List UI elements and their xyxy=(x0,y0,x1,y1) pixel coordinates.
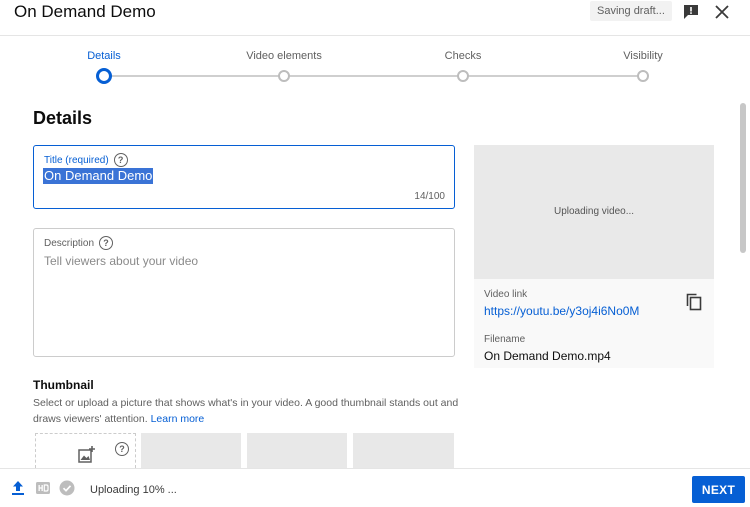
title-char-counter: 14/100 xyxy=(414,191,445,202)
details-heading: Details xyxy=(33,108,93,128)
preview-status: Uploading video... xyxy=(553,206,635,217)
title-field-label: Title (required) xyxy=(44,154,109,166)
video-link[interactable]: https://youtu.be/y3oj4i6No0M xyxy=(484,304,639,318)
stepper-track xyxy=(104,75,644,77)
hd-icon xyxy=(35,480,51,496)
help-icon[interactable]: ? xyxy=(113,153,128,167)
thumbnail-description: Select or upload a picture that shows wh… xyxy=(33,395,463,427)
upload-thumbnail-button[interactable]: ? xyxy=(35,433,136,468)
auto-thumbnail-1[interactable] xyxy=(141,433,241,468)
filename-value: On Demand Demo.mp4 xyxy=(484,349,611,363)
step-checks-label[interactable]: Checks xyxy=(445,50,482,62)
step-video-elements-dot[interactable] xyxy=(278,70,290,82)
close-icon[interactable] xyxy=(712,2,732,22)
scrollbar-thumb[interactable] xyxy=(740,103,746,253)
add-image-icon xyxy=(78,446,95,468)
next-button[interactable]: NEXT xyxy=(692,476,745,503)
help-icon[interactable]: ? xyxy=(115,442,129,456)
description-field-label: Description xyxy=(44,237,95,249)
dialog-title: On Demand Demo xyxy=(14,2,156,21)
auto-thumbnail-2[interactable] xyxy=(247,433,347,468)
description-field[interactable]: Description ? Tell viewers about your vi… xyxy=(33,228,455,357)
saving-status-badge: Saving draft... xyxy=(590,1,672,21)
help-icon[interactable]: ? xyxy=(99,236,114,250)
step-visibility-label[interactable]: Visibility xyxy=(623,50,663,62)
video-link-label: Video link xyxy=(484,289,528,300)
step-video-elements-label[interactable]: Video elements xyxy=(246,50,322,62)
step-details-label[interactable]: Details xyxy=(87,50,121,62)
upload-status-text: Uploading 10% ... xyxy=(90,484,177,496)
feedback-icon[interactable] xyxy=(681,2,701,22)
video-info-panel: Video link https://youtu.be/y3oj4i6No0M … xyxy=(474,279,714,368)
learn-more-link[interactable]: Learn more xyxy=(151,413,205,425)
copy-icon[interactable] xyxy=(684,292,704,312)
title-input-value[interactable]: On Demand Demo xyxy=(43,168,154,184)
step-visibility-dot[interactable] xyxy=(637,70,649,82)
dialog-header: On Demand Demo Saving draft... xyxy=(0,0,750,36)
description-field-label-row: Description ? xyxy=(44,236,114,250)
title-field-label-row: Title (required) ? xyxy=(44,153,128,167)
upload-icon[interactable] xyxy=(10,480,26,496)
video-preview: Uploading video... xyxy=(474,145,714,279)
dialog-footer: Uploading 10% ... NEXT xyxy=(0,468,750,507)
description-placeholder: Tell viewers about your video xyxy=(44,254,199,268)
step-checks-dot[interactable] xyxy=(457,70,469,82)
check-circle-icon xyxy=(59,480,75,496)
title-field[interactable]: Title (required) ? On Demand Demo 14/100 xyxy=(33,145,455,209)
step-details-dot[interactable] xyxy=(96,68,112,84)
filename-label: Filename xyxy=(484,334,526,345)
auto-thumbnail-3[interactable] xyxy=(353,433,454,468)
thumbnail-heading: Thumbnail xyxy=(33,378,94,392)
thumbnail-description-text: Select or upload a picture that shows wh… xyxy=(33,397,459,425)
